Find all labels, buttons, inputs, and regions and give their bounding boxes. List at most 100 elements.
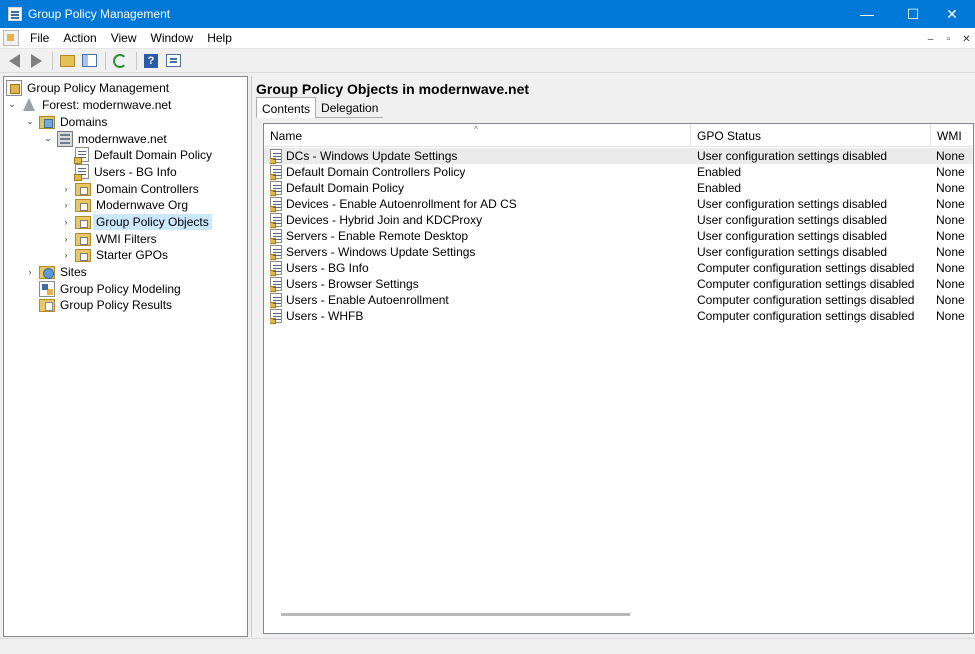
column-header-wmi[interactable]: WMI	[931, 124, 973, 147]
table-row[interactable]: Default Domain Controllers Policy Enable…	[264, 164, 973, 180]
menu-file[interactable]: File	[23, 31, 56, 45]
expand-chevron-icon[interactable]: ›	[60, 216, 72, 228]
tree-item-sites[interactable]: › Sites	[24, 263, 90, 280]
mdi-restore-button[interactable]: ▫	[940, 31, 957, 47]
tree-item-group-policy-objects[interactable]: › Group Policy Objects	[60, 213, 212, 230]
expand-chevron-icon[interactable]: ›	[60, 199, 72, 211]
refresh-button[interactable]	[110, 51, 130, 71]
minimize-button[interactable]: —	[844, 0, 890, 28]
tree-item-group-policy-modeling[interactable]: Group Policy Modeling	[24, 280, 184, 297]
gpo-wmi-filter: None	[936, 149, 965, 163]
gpm-icon	[6, 79, 22, 96]
gpo-status: User configuration settings disabled	[697, 197, 888, 211]
collapse-chevron-icon[interactable]: ⌄	[24, 116, 36, 128]
gpo-status: Enabled	[697, 165, 742, 179]
expand-chevron-icon[interactable]: ›	[60, 183, 72, 195]
mdi-close-button[interactable]: ✕	[958, 31, 975, 47]
gpo-wmi-filter: None	[936, 197, 965, 211]
tree-item-label: Domain Controllers	[96, 181, 199, 196]
gpo-icon	[270, 293, 282, 308]
tree-item-domain-modernwave[interactable]: ⌄ modernwave.net	[42, 130, 170, 147]
tab-strip: Contents Delegation	[256, 97, 384, 119]
table-row[interactable]: Devices - Hybrid Join and KDCProxy User …	[264, 212, 973, 228]
menu-window[interactable]: Window	[144, 31, 201, 45]
gpo-name: Users - Browser Settings	[286, 277, 419, 291]
mdi-system-icon[interactable]	[3, 30, 19, 46]
expand-chevron-icon[interactable]: ›	[24, 266, 36, 278]
menu-help[interactable]: Help	[200, 31, 239, 45]
row-name-cell: Devices - Hybrid Join and KDCProxy	[270, 212, 482, 228]
tree-item-wmi-filters[interactable]: › WMI Filters	[60, 230, 160, 247]
gpo-wmi-filter: None	[936, 245, 965, 259]
console-tree[interactable]: Group Policy Management ⌄ Forest: modern…	[3, 76, 248, 637]
properties-icon	[165, 54, 181, 67]
up-one-level-button[interactable]	[57, 51, 77, 71]
collapse-chevron-icon[interactable]: ⌄	[42, 133, 54, 145]
ou-folder-icon	[75, 199, 91, 212]
tree-item-modernwave-org[interactable]: › Modernwave Org	[60, 196, 191, 213]
table-row[interactable]: DCs - Windows Update Settings User confi…	[264, 148, 973, 164]
gpo-status: User configuration settings disabled	[697, 245, 888, 259]
tree-item-domains[interactable]: ⌄ Domains	[24, 113, 110, 130]
gpo-name: Users - BG Info	[286, 261, 369, 275]
list-header: Name ^ GPO Status WMI	[264, 124, 973, 147]
gpo-status: User configuration settings disabled	[697, 229, 888, 243]
back-arrow-icon	[8, 53, 20, 68]
gpo-wmi-filter: None	[936, 213, 965, 227]
table-row[interactable]: Devices - Enable Autoenrollment for AD C…	[264, 196, 973, 212]
gpm-app-icon[interactable]	[8, 7, 22, 21]
gpo-name: Servers - Enable Remote Desktop	[286, 229, 469, 243]
table-row[interactable]: Default Domain Policy Enabled None	[264, 180, 973, 196]
tree-item-users-bg-info-link[interactable]: Users - BG Info	[60, 163, 180, 181]
gpo-list[interactable]: Name ^ GPO Status WMI DCs - Windows Upda…	[263, 123, 974, 634]
back-button[interactable]	[4, 51, 24, 71]
tab-delegation[interactable]: Delegation	[316, 99, 384, 118]
tree-item-domain-controllers[interactable]: › Domain Controllers	[60, 180, 202, 197]
tree-item-gpm-root[interactable]: Group Policy Management	[6, 79, 172, 96]
table-row[interactable]: Users - WHFB Computer configuration sett…	[264, 308, 973, 324]
properties-button[interactable]	[163, 51, 183, 71]
tree-item-starter-gpos[interactable]: › Starter GPOs	[60, 246, 171, 263]
refresh-icon	[113, 53, 127, 68]
menu-view[interactable]: View	[104, 31, 144, 45]
column-header-gpo-status[interactable]: GPO Status	[691, 124, 931, 147]
table-row[interactable]: Servers - Enable Remote Desktop User con…	[264, 228, 973, 244]
gpo-status: User configuration settings disabled	[697, 149, 888, 163]
row-name-cell: Servers - Enable Remote Desktop	[270, 228, 468, 244]
table-row[interactable]: Users - Enable Autoenrollment Computer c…	[264, 292, 973, 308]
tree-item-label: Users - BG Info	[94, 164, 177, 179]
table-row[interactable]: Users - BG Info Computer configuration s…	[264, 260, 973, 276]
tree-item-label: Sites	[60, 264, 87, 279]
help-icon: ?	[144, 53, 158, 68]
table-row[interactable]: Servers - Windows Update Settings User c…	[264, 244, 973, 260]
tree-item-default-domain-policy-link[interactable]: Default Domain Policy	[60, 146, 215, 164]
collapse-chevron-icon[interactable]: ⌄	[6, 99, 18, 111]
tab-contents[interactable]: Contents	[256, 97, 317, 118]
table-row[interactable]: Users - Browser Settings Computer config…	[264, 276, 973, 292]
menu-action[interactable]: Action	[56, 31, 103, 45]
forward-button[interactable]	[26, 51, 46, 71]
tree-item-label: Domains	[60, 114, 108, 129]
ou-folder-icon	[75, 183, 91, 196]
help-button[interactable]: ?	[141, 51, 161, 71]
show-hide-tree-button[interactable]	[79, 51, 99, 71]
row-name-cell: Servers - Windows Update Settings	[270, 244, 475, 260]
row-name-cell: Users - Browser Settings	[270, 276, 419, 292]
gpo-link-icon	[74, 164, 89, 181]
tree-item-label: Modernwave Org	[96, 197, 189, 212]
close-button[interactable]: ✕	[929, 0, 975, 28]
mdi-minimize-button[interactable]: –	[922, 31, 939, 47]
expand-chevron-icon[interactable]: ›	[60, 249, 72, 261]
gpo-name: DCs - Windows Update Settings	[286, 149, 458, 163]
tree-item-forest[interactable]: ⌄ Forest: modernwave.net	[6, 96, 174, 113]
tree-item-label: Default Domain Policy	[94, 147, 213, 162]
show-hide-tree-icon	[81, 54, 97, 67]
expand-chevron-icon[interactable]: ›	[60, 233, 72, 245]
gpo-icon	[270, 229, 282, 244]
tree-item-group-policy-results[interactable]: Group Policy Results	[24, 296, 175, 313]
horizontal-scrollbar-thumb[interactable]	[281, 613, 630, 616]
gpo-status: Computer configuration settings disabled	[697, 277, 915, 291]
toolbar-separator	[52, 51, 53, 70]
gpo-name: Servers - Windows Update Settings	[286, 245, 476, 259]
column-header-label: Name	[270, 129, 303, 143]
